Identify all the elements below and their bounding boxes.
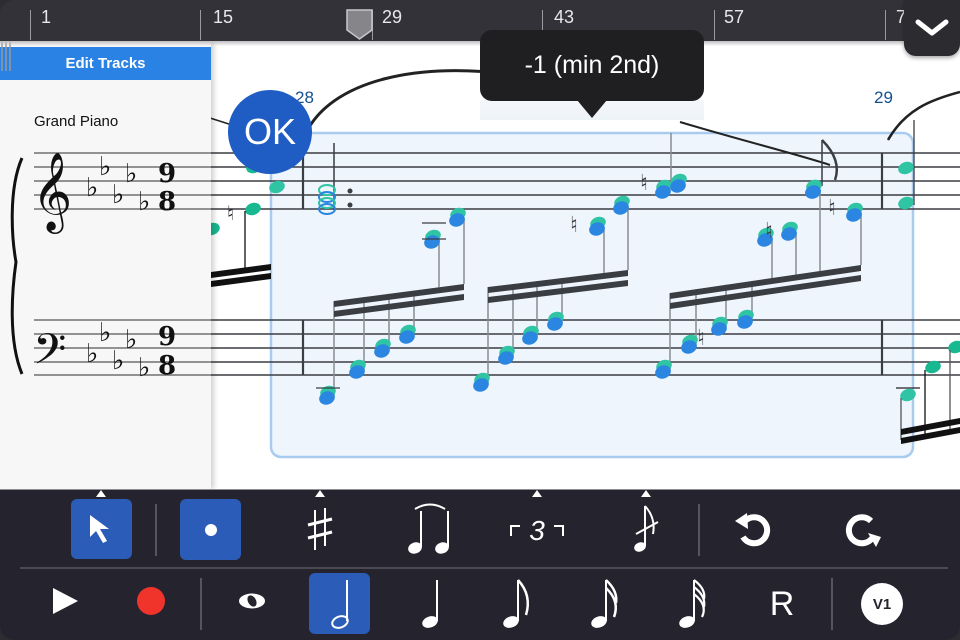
- svg-text:♮: ♮: [227, 201, 234, 225]
- bottom-toolbar: 3 R V1: [0, 489, 960, 640]
- svg-text:8: 8: [158, 351, 176, 381]
- natural-sign: ♮: [828, 196, 836, 221]
- treble-clef-icon: 𝄞: [32, 152, 72, 234]
- natural-sign: ♮: [570, 213, 578, 238]
- tooltip-arrow: [577, 100, 607, 118]
- accidental-button[interactable]: [295, 499, 345, 559]
- triplet-icon: 3: [510, 515, 564, 544]
- tie-button[interactable]: [400, 499, 460, 559]
- dot-icon: [204, 523, 217, 536]
- svg-text:♭: ♭: [99, 152, 111, 182]
- svg-text:8: 8: [158, 187, 176, 217]
- natural-sign: ♮: [640, 171, 648, 196]
- ruler-tick: [714, 10, 715, 40]
- half-note-button[interactable]: [309, 573, 370, 634]
- measure-number: 29: [874, 88, 893, 107]
- submenu-caret: [532, 490, 542, 497]
- submenu-caret: [96, 490, 106, 497]
- brace-icon: [10, 157, 24, 375]
- play-icon: [53, 588, 78, 614]
- thirty-second-note-button[interactable]: [668, 575, 718, 633]
- svg-text:9: 9: [158, 322, 176, 352]
- ruler-mark[interactable]: 57: [724, 7, 744, 28]
- record-icon: [137, 587, 165, 615]
- natural-sign: ♮: [697, 326, 705, 351]
- svg-text:♭: ♭: [138, 353, 150, 383]
- toolbar-separator: [155, 504, 157, 556]
- svg-text:♭: ♭: [99, 318, 111, 348]
- arrow-cursor-icon: [89, 515, 109, 543]
- ruler-mark[interactable]: 29: [382, 7, 402, 28]
- whole-note-button[interactable]: [226, 575, 278, 627]
- eighth-note-button[interactable]: [492, 575, 542, 633]
- redo-icon: [845, 514, 881, 547]
- svg-text:♭: ♭: [86, 173, 98, 203]
- select-tool-button[interactable]: [71, 499, 132, 559]
- timeline-ruler[interactable]: 1 15 29 43 57 71: [0, 0, 960, 41]
- half-note-icon: [330, 579, 349, 629]
- svg-text:3: 3: [529, 515, 545, 544]
- svg-text:♭: ♭: [125, 325, 137, 355]
- svg-text:♭: ♭: [86, 339, 98, 369]
- staff-header: 𝄞 𝄢 ♭♭♭ ♭♭ ♭♭♭ ♭♭ 9 8 9 8: [10, 152, 211, 385]
- tuplet-button[interactable]: 3: [505, 499, 569, 559]
- svg-text:♭: ♭: [138, 187, 150, 217]
- time-signature: 9 8 9 8: [158, 159, 176, 381]
- record-button[interactable]: [126, 575, 176, 627]
- eighth-note-icon: [503, 579, 529, 628]
- ruler-tick: [30, 10, 31, 40]
- submenu-caret: [641, 490, 651, 497]
- voice-button[interactable]: V1: [856, 578, 908, 630]
- undo-icon: [735, 513, 771, 547]
- dot-button[interactable]: [180, 499, 241, 560]
- toolbar-separator: [831, 578, 833, 630]
- thirty-second-note-icon: [679, 579, 706, 628]
- ruler-tick: [885, 10, 886, 40]
- track-panel: Edit Tracks Grand Piano 𝄞 𝄢 ♭ ♭ ♭ ♭ ♭ ♭ ♭ ♭ ♭…: [0, 41, 211, 489]
- natural-sign: ♮: [765, 219, 773, 244]
- svg-text:♭: ♭: [112, 180, 124, 210]
- sixteenth-note-icon: [591, 579, 618, 628]
- rest-label: R: [769, 584, 795, 623]
- toolbar-separator: [698, 504, 700, 556]
- tie-icon: [408, 503, 449, 554]
- play-button[interactable]: [40, 575, 90, 627]
- quarter-note-button[interactable]: [405, 575, 455, 633]
- transpose-tooltip: -1 (min 2nd): [480, 30, 704, 101]
- submenu-caret: [315, 490, 325, 497]
- grace-note-button[interactable]: [620, 499, 672, 559]
- toolbar-row-divider: [20, 567, 948, 569]
- collapse-button[interactable]: [904, 0, 960, 56]
- grace-note-icon: [634, 505, 659, 552]
- chevron-down-icon: [915, 19, 949, 36]
- sixteenth-note-button[interactable]: [580, 575, 630, 633]
- redo-button[interactable]: [835, 499, 891, 559]
- ruler-mark[interactable]: 43: [554, 7, 574, 28]
- svg-text:♭: ♭: [125, 159, 137, 189]
- voice-badge: V1: [861, 583, 903, 625]
- bass-clef-icon: 𝄢: [33, 325, 66, 385]
- ruler-mark[interactable]: 15: [213, 7, 233, 28]
- toolbar-separator: [200, 578, 202, 630]
- svg-text:♭: ♭: [112, 346, 124, 376]
- svg-text:9: 9: [158, 159, 176, 189]
- ok-button[interactable]: OK: [228, 90, 312, 174]
- playhead-marker[interactable]: [346, 9, 373, 40]
- rest-button[interactable]: R: [757, 575, 807, 633]
- sharp-icon: [307, 508, 333, 550]
- ruler-mark[interactable]: 1: [41, 7, 51, 28]
- whole-note-icon: [239, 593, 265, 609]
- undo-button[interactable]: [725, 499, 781, 559]
- ruler-tick: [200, 10, 201, 40]
- quarter-note-icon: [422, 580, 438, 628]
